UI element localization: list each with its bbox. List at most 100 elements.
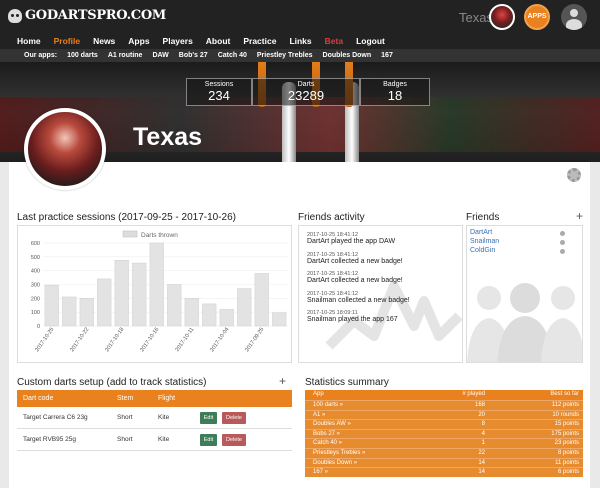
- friend-link[interactable]: Snailman: [470, 238, 499, 245]
- friends-panel: DartArt Snailman ColdGin: [466, 225, 583, 363]
- edit-dart-button[interactable]: Edit: [200, 412, 217, 424]
- header-avatar[interactable]: [489, 4, 515, 30]
- chart-bar: [79, 298, 94, 327]
- y-tick-label: 300: [31, 283, 40, 289]
- subnav-label: Our apps:: [24, 52, 58, 59]
- summary-played: 1: [481, 440, 485, 447]
- top-bar: GODARTSPRO.COM Texas APPS: [0, 0, 600, 34]
- summary-row: 100 darts » 168 112 points: [305, 400, 583, 410]
- chart-bar: [272, 312, 287, 327]
- summary-played: 14: [478, 469, 485, 476]
- chart-bar: [132, 262, 147, 327]
- activity-text: DartArt played the app DAW: [307, 238, 396, 245]
- practice-title: Last practice sessions (2017-09-25 - 201…: [17, 212, 237, 223]
- summary-best: 6 points: [557, 469, 579, 476]
- y-tick-label: 500: [31, 255, 40, 261]
- user-menu-icon[interactable]: [561, 4, 587, 30]
- dart-row: Target Carrera C6 23g Short Kite Edit Delete: [17, 407, 292, 429]
- activity-text: Snailman played the app 167: [307, 316, 398, 323]
- apps-button[interactable]: APPS: [524, 4, 550, 30]
- nav-item-profile[interactable]: Profile: [54, 34, 80, 49]
- activity-item: 2017-10-25 18:41:12 DartArt played the ap…: [307, 232, 395, 245]
- summary-app-link[interactable]: Bobs 27 »: [313, 431, 340, 437]
- summary-row: Doubles Down » 14 11 points: [305, 457, 583, 468]
- summary-row: 167 » 14 6 points: [305, 467, 583, 477]
- nav-item-news[interactable]: News: [93, 34, 115, 49]
- delete-dart-button[interactable]: Delete: [222, 434, 246, 446]
- summary-app-link[interactable]: 167 »: [313, 469, 328, 475]
- chart-bar: [237, 288, 252, 327]
- gear-icon[interactable]: [567, 168, 581, 182]
- summary-best: 11 points: [555, 459, 579, 466]
- nav-item-practice[interactable]: Practice: [243, 34, 276, 49]
- practice-chart: Darts thrown 0 100 200 300 400 500 600 2017-10-2…: [31, 230, 288, 353]
- dart-stem: Short: [117, 414, 133, 421]
- delete-dart-button[interactable]: Delete: [222, 412, 246, 424]
- dart-stem: Short: [117, 436, 133, 443]
- skull-icon: [8, 8, 22, 23]
- friend-status-icon: [560, 240, 565, 245]
- subnav-app-7[interactable]: 167: [381, 49, 393, 62]
- x-tick-label: 2017-09-25: [244, 327, 265, 353]
- subnav-app-6[interactable]: Doubles Down: [323, 49, 372, 62]
- header-user-name[interactable]: Texas: [459, 10, 493, 25]
- subnav-app-0[interactable]: 100 darts: [67, 49, 98, 62]
- subnav-app-4[interactable]: Catch 40: [218, 49, 247, 62]
- summary-played: 14: [478, 459, 485, 466]
- subnav-app-2[interactable]: DAW: [152, 49, 168, 62]
- summary-played: 4: [481, 430, 485, 437]
- main-nav: Home Profile News Apps Players About Practice L…: [0, 34, 600, 49]
- nav-item-players[interactable]: Players: [163, 34, 193, 49]
- logo-text: GODARTSPRO.COM: [25, 8, 166, 23]
- y-tick-label: 400: [31, 269, 40, 275]
- subnav-app-1[interactable]: A1 routine: [108, 49, 143, 62]
- activity-item: 2017-10-25 18:41:12 DartArt collected a n…: [307, 252, 403, 265]
- y-tick-label: 0: [37, 324, 40, 330]
- nav-item-home[interactable]: Home: [17, 34, 41, 49]
- practice-chart-panel: Darts thrown 0 100 200 300 400 500 600 2017-10-2…: [17, 225, 292, 363]
- friends-activity-panel: 2017-10-25 18:41:12 DartArt played the ap…: [298, 225, 463, 363]
- chart-bar: [97, 278, 112, 327]
- legend-swatch: [122, 230, 138, 238]
- subnav-app-3[interactable]: Bob's 27: [179, 49, 208, 62]
- add-dart-button[interactable]: +: [279, 374, 286, 388]
- nav-item-beta[interactable]: Beta: [325, 34, 343, 49]
- stat-sessions: Sessions 234: [186, 78, 252, 106]
- x-tick-label: 2017-10-11: [175, 327, 196, 353]
- y-tick-label: 100: [31, 310, 40, 316]
- summary-app-link[interactable]: A1 »: [313, 412, 325, 418]
- friend-link[interactable]: ColdGin: [470, 247, 495, 254]
- nav-item-links[interactable]: Links: [289, 34, 311, 49]
- dart-flight: Kite: [158, 436, 170, 443]
- dart-code: Target Carrera C6 23g: [23, 414, 88, 421]
- activity-text: DartArt collected a new badge!: [307, 257, 403, 265]
- summary-best: 112 points: [551, 402, 579, 408]
- y-tick-label: 200: [31, 296, 40, 302]
- summary-app-link[interactable]: Catch 40 »: [313, 440, 342, 446]
- chart-bar: [167, 284, 182, 327]
- x-tick-label: 2017-10-04: [209, 327, 230, 353]
- stat-darts: Darts 23289: [252, 78, 360, 106]
- chart-bar: [114, 260, 129, 327]
- add-friend-button[interactable]: +: [576, 209, 583, 223]
- chart-bar: [219, 309, 234, 327]
- nav-item-logout[interactable]: Logout: [356, 34, 385, 49]
- summary-played: 20: [478, 411, 485, 418]
- summary-row: A1 » 20 10 rounds: [305, 409, 583, 420]
- site-logo[interactable]: GODARTSPRO.COM: [8, 8, 166, 23]
- nav-item-about[interactable]: About: [206, 34, 231, 49]
- summary-app-link[interactable]: Priestleys Trebles »: [313, 450, 365, 456]
- nav-item-apps[interactable]: Apps: [128, 34, 149, 49]
- summary-app-link[interactable]: Doubles AW »: [313, 421, 351, 427]
- summary-app-link[interactable]: Doubles Down »: [313, 460, 357, 466]
- x-tick-label: 2017-10-22: [69, 327, 90, 353]
- custom-darts-table: Dart code Stem Flight Target Carrera C6 …: [17, 390, 292, 451]
- chart-bar: [44, 284, 59, 327]
- x-tick-label: 2017-10-16: [139, 327, 160, 353]
- chart-bar: [184, 298, 199, 327]
- statistics-summary-table: App # played Best so far 100 darts » 168 1…: [305, 390, 583, 477]
- subnav-app-5[interactable]: Priestley Trebles: [257, 49, 313, 62]
- summary-app-link[interactable]: 100 darts »: [313, 402, 343, 408]
- edit-dart-button[interactable]: Edit: [200, 434, 217, 446]
- friend-link[interactable]: DartArt: [470, 229, 492, 236]
